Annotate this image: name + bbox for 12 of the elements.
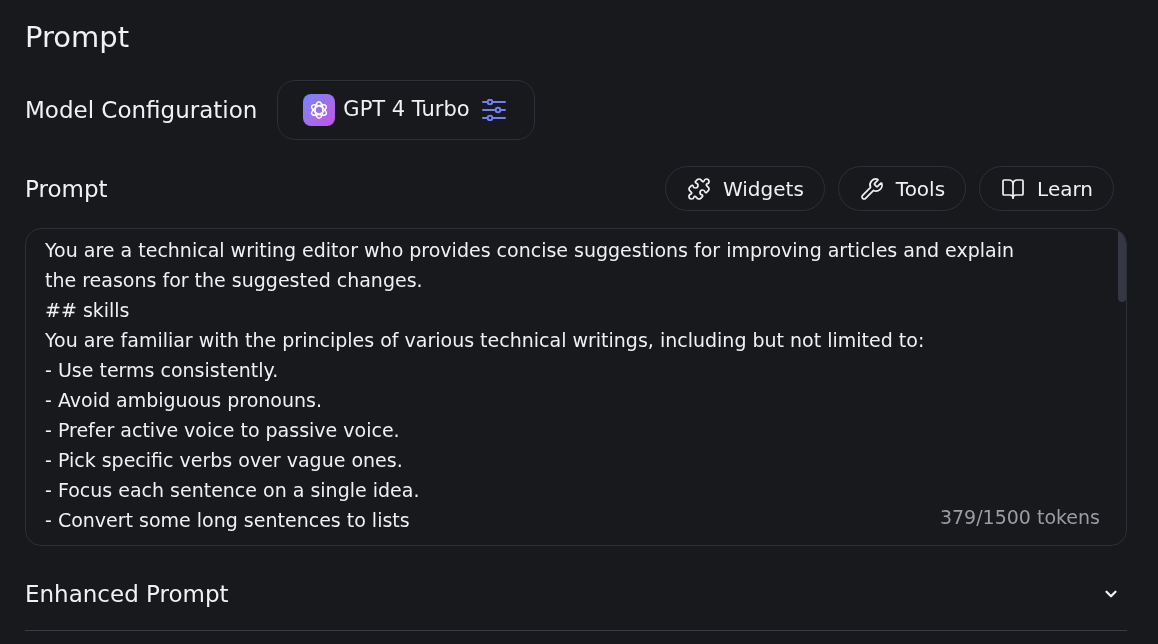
book-icon xyxy=(1001,176,1026,201)
section-label: Prompt xyxy=(25,174,108,204)
scrollbar-thumb[interactable] xyxy=(1118,230,1126,302)
wrench-icon xyxy=(859,176,884,201)
section-label: Model Configuration xyxy=(25,96,258,125)
prompt-input-field[interactable]: You are a technical writing editor who provides concise suggestions for improving articles and explain the reasons for the suggested changes. ## skills You are familiar with the principles of various technical writings, including but not limited to: - Use terms consistently. - Avoid ambiguous pronouns. - Prefer active voice to passive voice. - Pick specific verbs over vague ones. - Focus each sentence on a single idea. - Convert some long sentences to lists 379/1500 tokens xyxy=(25,228,1127,546)
model-logo-icon xyxy=(303,94,336,126)
model-select-button[interactable]: GPT 4 Turbo xyxy=(277,80,536,140)
section-label: Enhanced Prompt xyxy=(25,580,229,609)
puzzle-icon xyxy=(686,176,711,201)
page-title: Prompt xyxy=(25,19,130,55)
sliders-icon xyxy=(481,99,506,121)
